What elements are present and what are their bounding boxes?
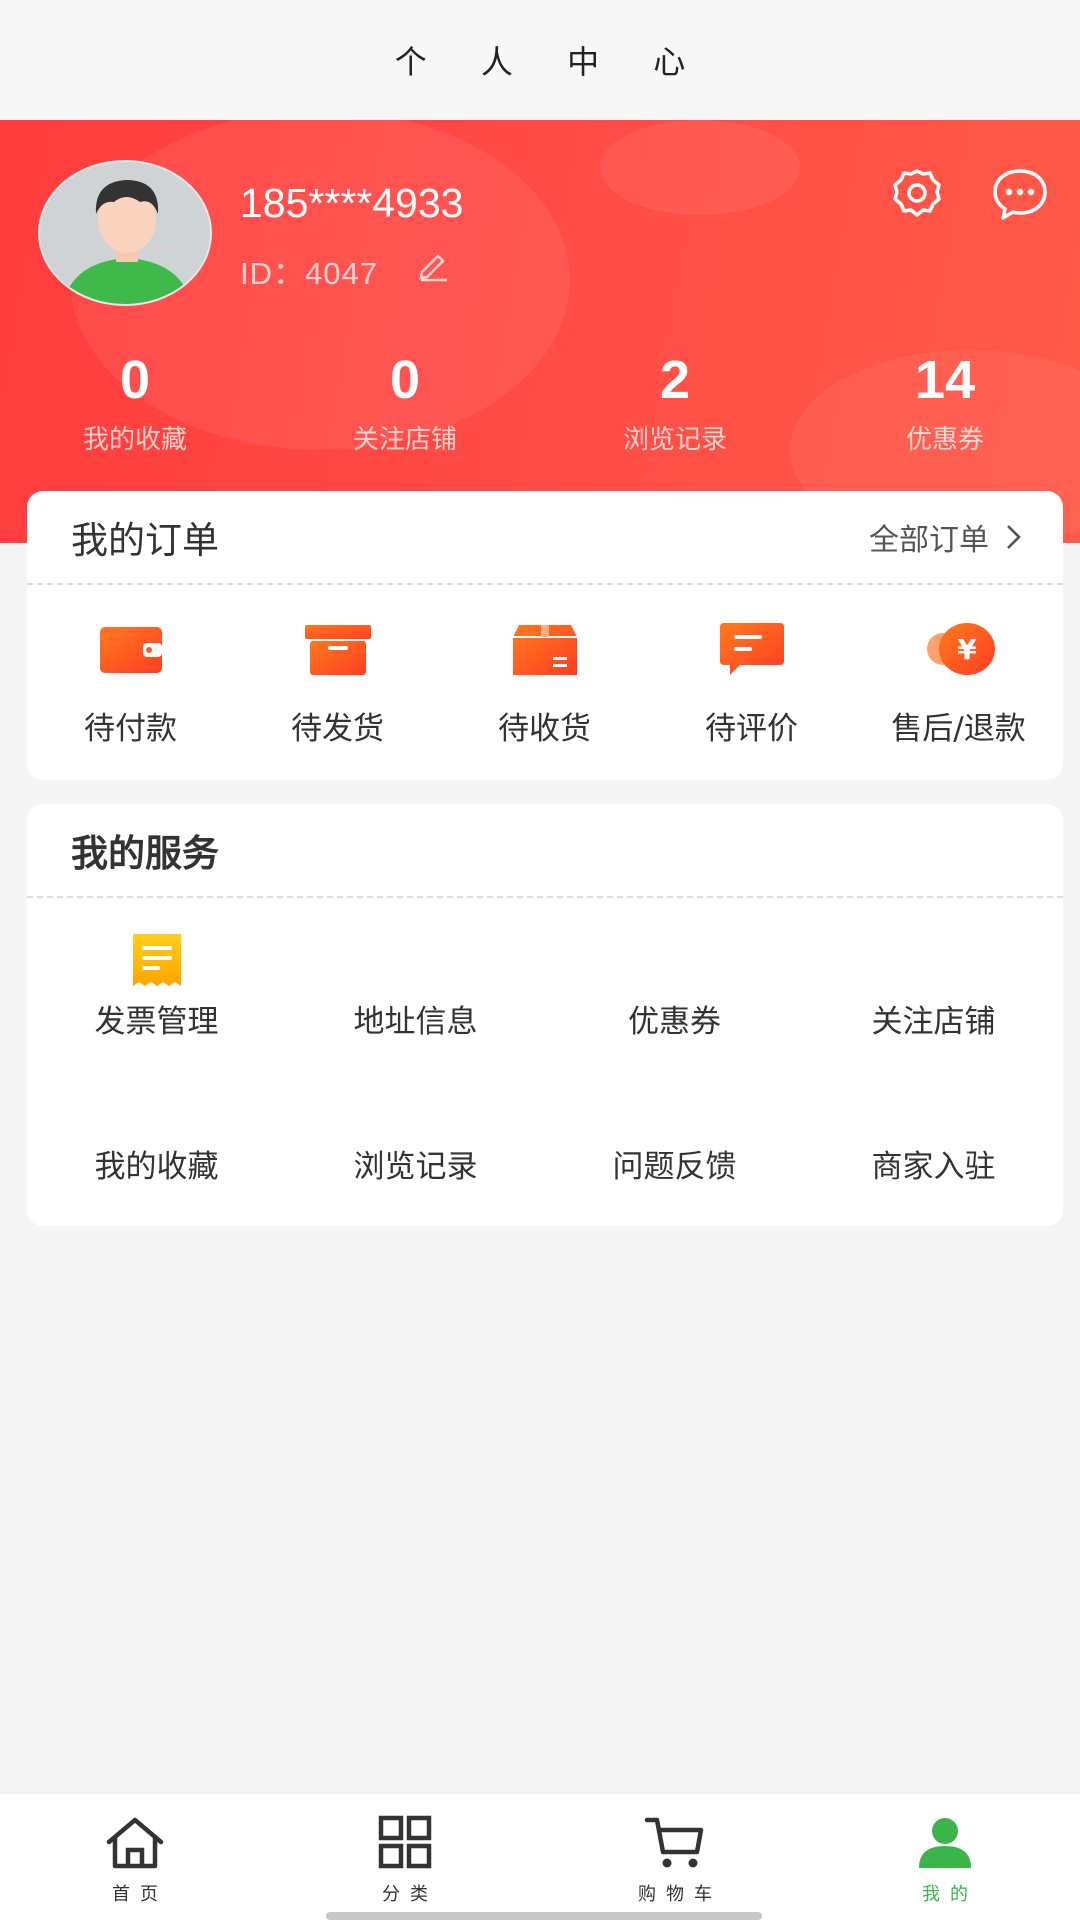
cart-icon	[644, 1817, 704, 1868]
stat-history[interactable]: 2 浏览记录	[540, 345, 810, 456]
order-refund[interactable]: ¥ 售后/退款	[855, 617, 1062, 748]
invoice-icon	[132, 934, 181, 986]
user-id: ID：4047	[240, 256, 378, 291]
stat-coupons[interactable]: 14 优惠券	[810, 345, 1080, 456]
svg-text:¥: ¥	[957, 633, 977, 666]
tab-home[interactable]: 首页	[0, 1794, 270, 1920]
order-pending-shipment[interactable]: 待发货	[234, 617, 441, 748]
grid-icon	[378, 1815, 432, 1869]
service-followed-shops[interactable]: 关注店铺	[804, 898, 1063, 1043]
order-pending-receipt[interactable]: 待收货	[441, 617, 648, 748]
service-invoice[interactable]: 发票管理	[27, 898, 286, 1043]
home-indicator	[326, 1912, 762, 1920]
profile-header: 185****4933 ID：4047 0 我的收藏 0 关注店铺 2 浏览记录…	[0, 120, 1080, 543]
services-card: 我的服务 发票管理 地址信息 优惠券 关注店铺 我的收藏 浏览记录 问题反馈 商…	[27, 804, 1063, 1226]
orders-card: 我的订单 全部订单 待付款 待发货 待收货 待评价 ¥ 售后/退款	[27, 491, 1063, 780]
order-pending-payment[interactable]: 待付款	[27, 617, 234, 748]
service-favorites[interactable]: 我的收藏	[27, 1043, 286, 1188]
wallet-icon	[99, 627, 162, 673]
service-address[interactable]: 地址信息	[286, 898, 545, 1043]
user-phone: 185****4933	[240, 180, 464, 226]
user-icon	[919, 1818, 971, 1868]
chevron-right-icon	[1007, 525, 1021, 549]
tab-mine[interactable]: 我的	[810, 1794, 1080, 1920]
service-feedback[interactable]: 问题反馈	[545, 1043, 804, 1188]
all-orders-link[interactable]: 全部订单	[869, 515, 1025, 559]
message-icon[interactable]	[991, 165, 1049, 223]
gear-icon[interactable]	[888, 165, 946, 223]
page-title: 个 人 中 心	[394, 43, 708, 81]
edit-icon[interactable]	[416, 248, 450, 282]
box-icon	[304, 625, 371, 675]
stat-favorites[interactable]: 0 我的收藏	[0, 345, 270, 456]
tab-category[interactable]: 分类	[270, 1794, 540, 1920]
tab-cart[interactable]: 购物车	[540, 1794, 810, 1920]
orders-title: 我的订单	[71, 519, 219, 562]
stat-followed-shops[interactable]: 0 关注店铺	[270, 345, 540, 456]
service-merchant-join[interactable]: 商家入驻	[804, 1043, 1063, 1188]
comment-icon	[719, 623, 784, 675]
order-pending-review[interactable]: 待评价	[648, 617, 855, 748]
avatar[interactable]	[38, 160, 212, 306]
service-coupons[interactable]: 优惠券	[545, 898, 804, 1043]
service-history[interactable]: 浏览记录	[286, 1043, 545, 1188]
services-title: 我的服务	[71, 832, 219, 875]
refund-icon: ¥	[926, 623, 995, 675]
bottom-tab-bar: 首页 分类 购物车 我的	[0, 1793, 1080, 1920]
top-bar: 个 人 中 心	[0, 0, 1080, 120]
stats-row: 0 我的收藏 0 关注店铺 2 浏览记录 14 优惠券	[0, 345, 1080, 456]
home-icon	[106, 1817, 164, 1869]
package-icon	[512, 625, 577, 675]
